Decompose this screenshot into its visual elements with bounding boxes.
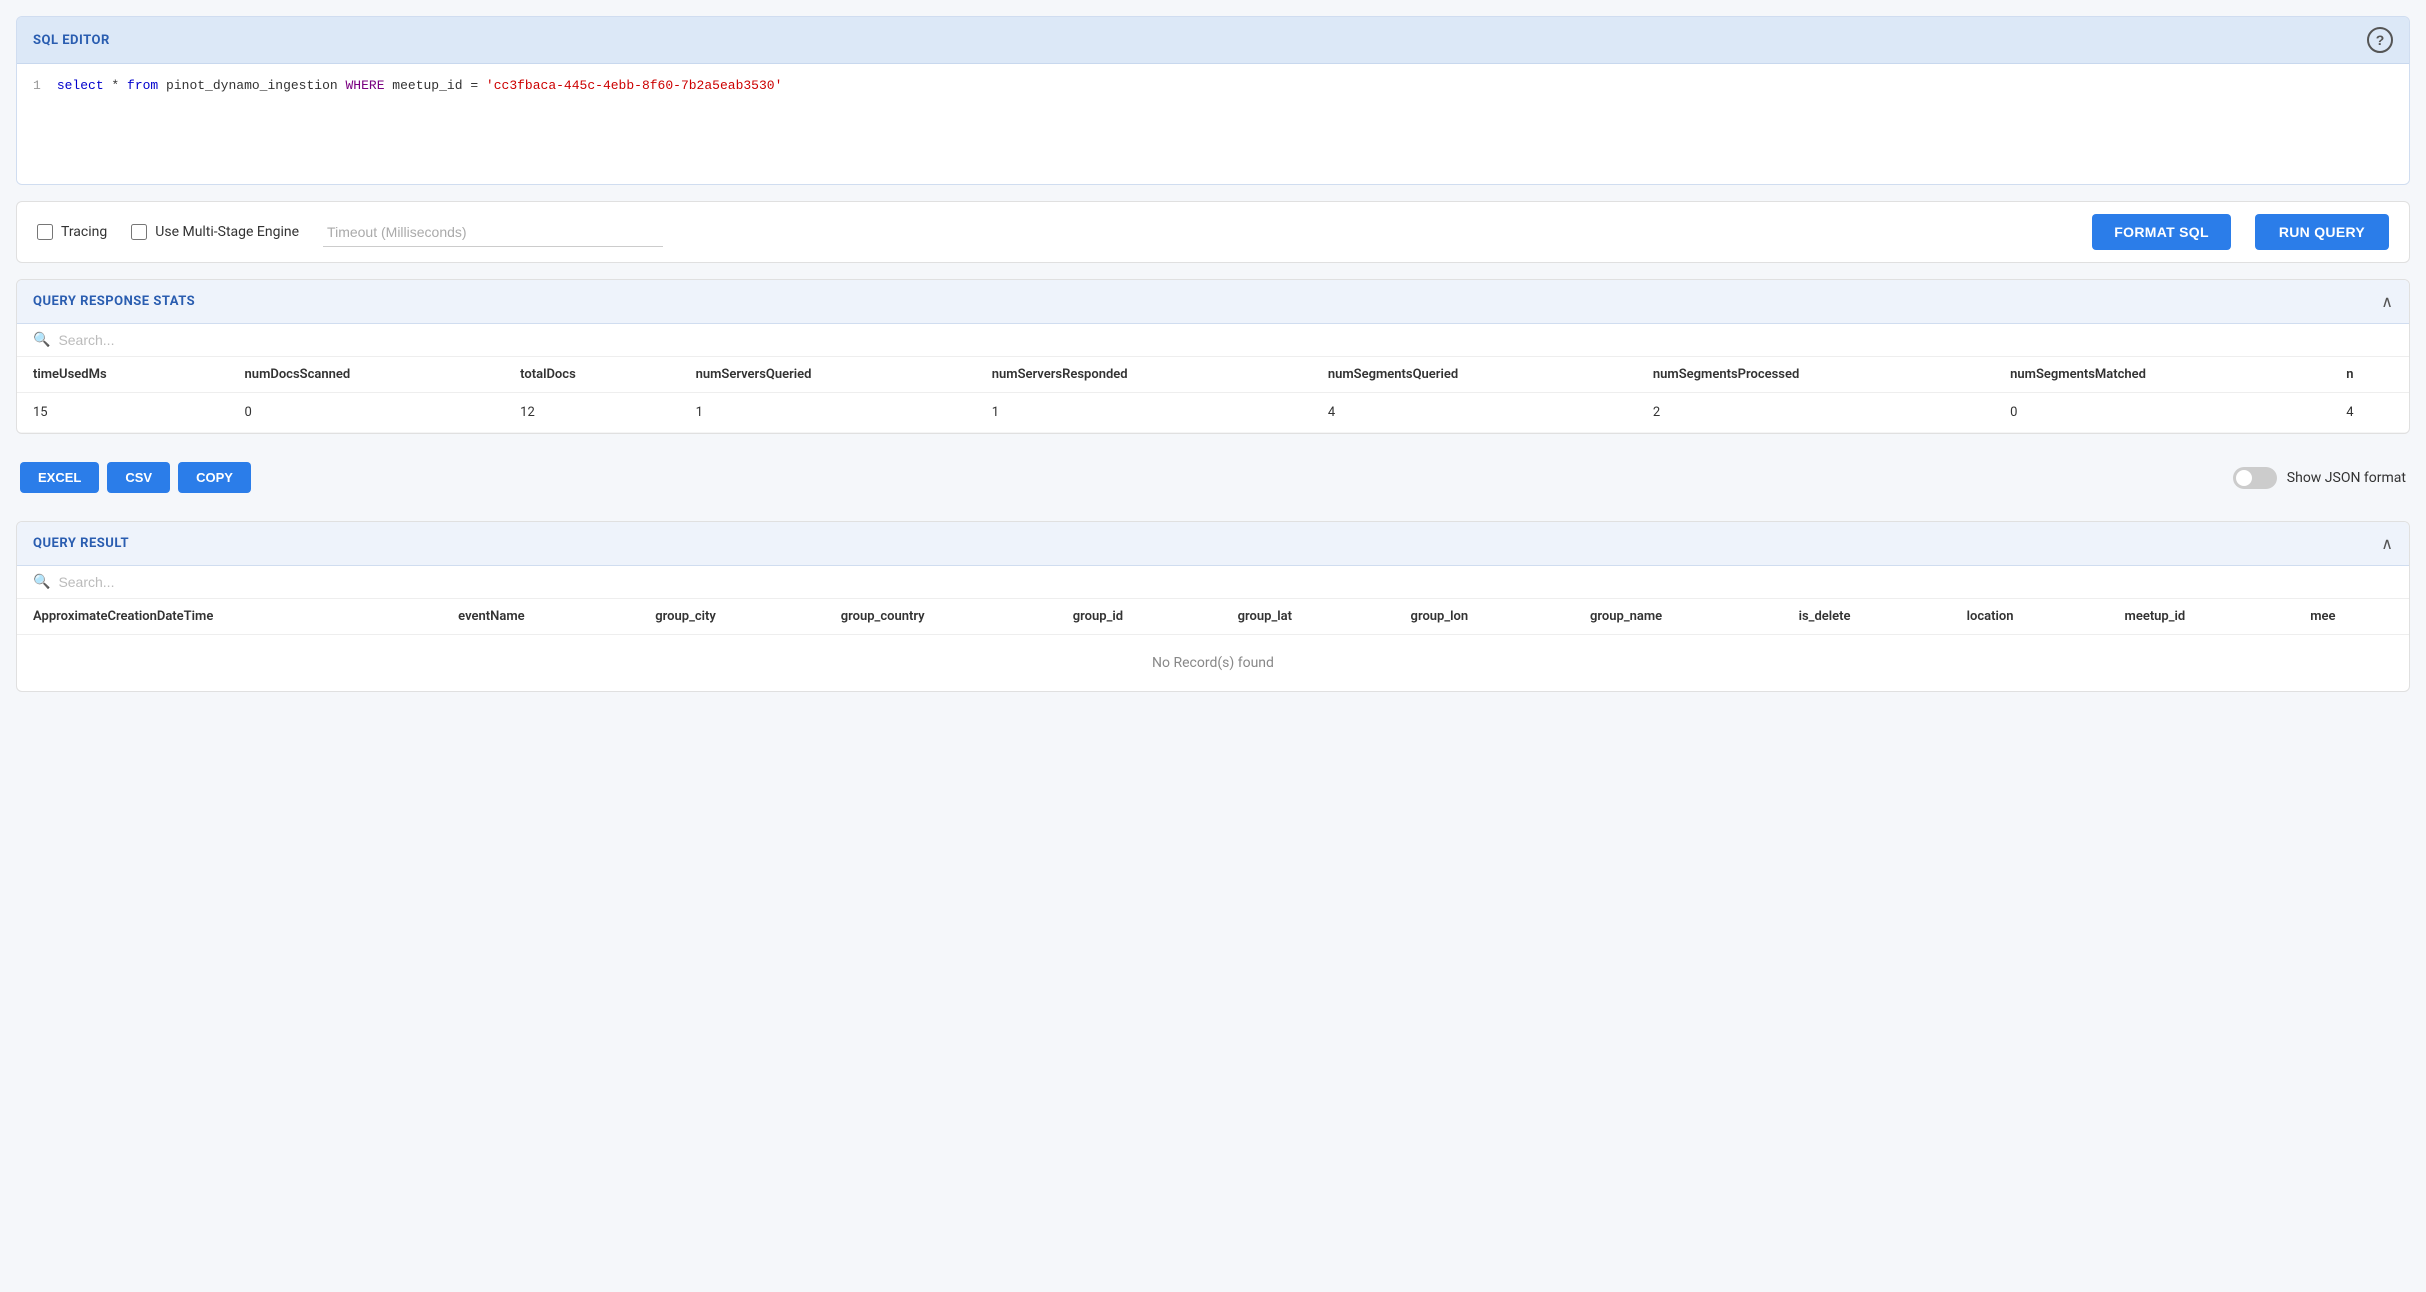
stats-cell-numSegmentsProcessed: 2 (1637, 393, 1994, 433)
stats-search-bar: 🔍 (17, 324, 2409, 357)
toggle-slider (2233, 467, 2277, 489)
multi-stage-checkbox[interactable] (131, 224, 147, 240)
col-mee: mee (2294, 599, 2409, 635)
stats-search-icon: 🔍 (33, 332, 50, 348)
result-collapse-icon[interactable]: ∧ (2381, 534, 2393, 553)
result-section-title: QUERY RESULT (33, 536, 129, 551)
col-numSegmentsMatched: numSegmentsMatched (1994, 357, 2330, 393)
no-records-row: No Record(s) found (17, 635, 2409, 692)
col-is_delete: is_delete (1783, 599, 1951, 635)
stats-cell-n: 4 (2330, 393, 2409, 433)
query-result-section: QUERY RESULT ∧ 🔍 ApproximateCreationDate… (16, 521, 2410, 692)
help-button[interactable]: ? (2367, 27, 2393, 53)
col-numServersResponded: numServersResponded (976, 357, 1312, 393)
col-group_name: group_name (1574, 599, 1783, 635)
col-group_country: group_country (825, 599, 1057, 635)
sql-editor-title: SQL EDITOR (33, 33, 110, 48)
result-search-input[interactable] (58, 574, 2393, 590)
col-group_lon: group_lon (1395, 599, 1574, 635)
export-toolbar: EXCEL CSV COPY Show JSON format (16, 450, 2410, 505)
copy-button[interactable]: COPY (178, 462, 251, 493)
stats-table: timeUsedMs numDocsScanned totalDocs numS… (17, 357, 2409, 433)
col-meetup_id: meetup_id (2109, 599, 2295, 635)
stats-section-title: QUERY RESPONSE STATS (33, 294, 195, 309)
excel-button[interactable]: EXCEL (20, 462, 99, 493)
multi-stage-checkbox-group: Use Multi-Stage Engine (131, 224, 299, 240)
json-toggle-group: Show JSON format (2233, 467, 2406, 489)
sql-editor-section: SQL EDITOR ? 1 select * from pinot_dynamo… (16, 16, 2410, 185)
col-numServersQueried: numServersQueried (680, 357, 976, 393)
sql-select-star: * (104, 78, 127, 93)
stats-cell-totalDocs: 12 (504, 393, 679, 433)
tracing-label[interactable]: Tracing (61, 224, 107, 240)
stats-cell-numSegmentsMatched: 0 (1994, 393, 2330, 433)
stats-cell-numSegmentsQueried: 4 (1312, 393, 1637, 433)
col-n: n (2330, 357, 2409, 393)
stats-cell-numServersResponded: 1 (976, 393, 1312, 433)
stats-cell-timeUsedMs: 15 (17, 393, 229, 433)
col-numDocsScanned: numDocsScanned (229, 357, 505, 393)
json-format-toggle[interactable] (2233, 467, 2277, 489)
col-location: location (1951, 599, 2109, 635)
col-numSegmentsProcessed: numSegmentsProcessed (1637, 357, 1994, 393)
stats-section-header: QUERY RESPONSE STATS ∧ (17, 280, 2409, 324)
sql-table-name: pinot_dynamo_ingestion (158, 78, 345, 93)
result-section-header: QUERY RESULT ∧ (17, 522, 2409, 566)
sql-from-keyword: from (127, 78, 158, 93)
sql-condition: meetup_id = (385, 78, 486, 93)
sql-editor-body[interactable]: 1 select * from pinot_dynamo_ingestion WH… (17, 64, 2409, 184)
col-ApproximateCreationDateTime: ApproximateCreationDateTime (17, 599, 442, 635)
tracing-checkbox[interactable] (37, 224, 53, 240)
sql-where-keyword: WHERE (345, 78, 384, 93)
result-table: ApproximateCreationDateTime eventName gr… (17, 599, 2409, 691)
timeout-input[interactable] (323, 218, 663, 247)
stats-cell-numServersQueried: 1 (680, 393, 976, 433)
run-query-button[interactable]: RUN QUERY (2255, 214, 2389, 250)
col-group_city: group_city (639, 599, 824, 635)
col-timeUsedMs: timeUsedMs (17, 357, 229, 393)
stats-data-row: 15012114204 (17, 393, 2409, 433)
col-group_id: group_id (1057, 599, 1222, 635)
no-records-text: No Record(s) found (17, 635, 2409, 692)
sql-select-keyword: select (57, 78, 104, 93)
line-number: 1 (33, 78, 41, 93)
col-group_lat: group_lat (1222, 599, 1395, 635)
col-numSegmentsQueried: numSegmentsQueried (1312, 357, 1637, 393)
result-search-icon: 🔍 (33, 574, 50, 590)
query-response-stats-section: QUERY RESPONSE STATS ∧ 🔍 timeUsedMs numD… (16, 279, 2410, 434)
sql-string-value: 'cc3fbaca-445c-4ebb-8f60-7b2a5eab3530' (486, 78, 782, 93)
result-header-row: ApproximateCreationDateTime eventName gr… (17, 599, 2409, 635)
multi-stage-label[interactable]: Use Multi-Stage Engine (155, 224, 299, 240)
col-totalDocs: totalDocs (504, 357, 679, 393)
sql-editor-header: SQL EDITOR ? (17, 17, 2409, 64)
csv-button[interactable]: CSV (107, 462, 170, 493)
tracing-checkbox-group: Tracing (37, 224, 107, 240)
json-toggle-label: Show JSON format (2287, 470, 2406, 486)
format-sql-button[interactable]: FORMAT SQL (2092, 214, 2231, 250)
query-toolbar: Tracing Use Multi-Stage Engine FORMAT SQ… (16, 201, 2410, 263)
stats-cell-numDocsScanned: 0 (229, 393, 505, 433)
result-search-bar: 🔍 (17, 566, 2409, 599)
stats-header-row: timeUsedMs numDocsScanned totalDocs numS… (17, 357, 2409, 393)
col-eventName: eventName (442, 599, 639, 635)
stats-collapse-icon[interactable]: ∧ (2381, 292, 2393, 311)
stats-search-input[interactable] (58, 332, 2393, 348)
